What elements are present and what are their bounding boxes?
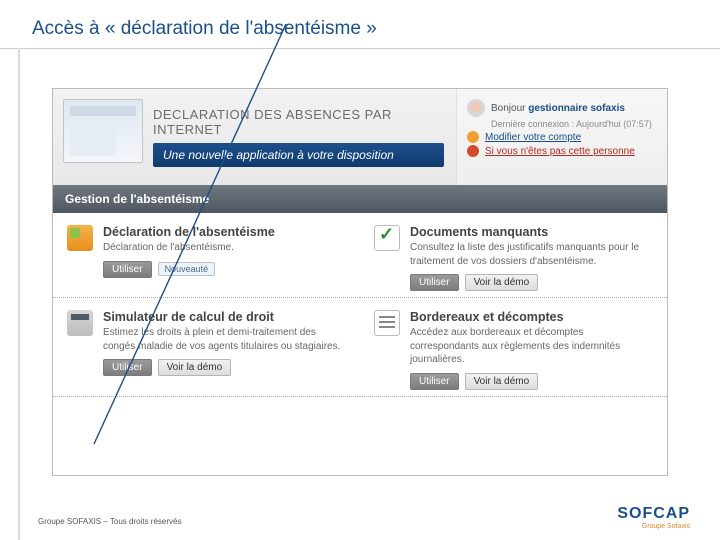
left-accent-bar	[18, 48, 20, 540]
module-simulateur: Simulateur de calcul de droit Estimez le…	[53, 298, 360, 397]
demo-button[interactable]: Voir la démo	[158, 359, 232, 376]
hero-row: DECLARATION DES ABSENCES PAR INTERNET Un…	[53, 89, 667, 185]
edit-account-link[interactable]: Modifier votre compte	[485, 132, 581, 143]
hero-headline: DECLARATION DES ABSENCES PAR INTERNET	[153, 107, 444, 137]
module-declaration: Déclaration de l'absentéisme Déclaration…	[53, 213, 360, 298]
module-title: Simulateur de calcul de droit	[103, 310, 346, 324]
not-you-link[interactable]: Si vous n'êtes pas cette personne	[485, 146, 635, 157]
list-icon	[374, 310, 400, 336]
user-box: Bonjour gestionnaire sofaxis Dernière co…	[457, 89, 667, 185]
declaration-icon	[67, 225, 93, 251]
title-rule	[0, 48, 720, 49]
demo-button[interactable]: Voir la démo	[465, 373, 539, 390]
check-icon	[374, 225, 400, 251]
pencil-icon	[467, 131, 479, 143]
brand-tagline: Groupe Sofaxis	[617, 523, 690, 530]
module-desc: Déclaration de l'absentéisme.	[103, 241, 346, 255]
module-documents: Documents manquants Consultez la liste d…	[360, 213, 667, 298]
module-title: Documents manquants	[410, 225, 653, 239]
footer-logo: SOFCAP Groupe Sofaxis	[617, 505, 690, 530]
module-desc: Accédez aux bordereaux et décomptes corr…	[410, 326, 653, 367]
module-title: Déclaration de l'absentéisme	[103, 225, 346, 239]
hero-subhead: Une nouvelle application à votre disposi…	[153, 143, 444, 167]
avatar-icon	[467, 99, 485, 117]
module-title: Bordereaux et décomptes	[410, 310, 653, 324]
greeting-text: Bonjour gestionnaire sofaxis	[491, 103, 625, 114]
module-desc: Consultez la liste des justificatifs man…	[410, 241, 653, 268]
brand-text: SOFCAP	[617, 505, 690, 523]
footer-copyright: Groupe SOFAXIS – Tous droits réservés	[38, 517, 181, 526]
use-button[interactable]: Utiliser	[410, 274, 459, 291]
hero-banner: DECLARATION DES ABSENCES PAR INTERNET Un…	[53, 89, 457, 185]
calculator-icon	[67, 310, 93, 336]
section-header: Gestion de l'absentéisme	[53, 185, 667, 213]
use-button[interactable]: Utiliser	[103, 261, 152, 278]
module-desc: Estimez les droits à plein et demi-trait…	[103, 326, 346, 353]
app-window: DECLARATION DES ABSENCES PAR INTERNET Un…	[52, 88, 668, 476]
last-login-text: Dernière connexion : Aujourd'hui (07:57)	[491, 119, 657, 129]
use-button[interactable]: Utiliser	[103, 359, 152, 376]
page-title: Accès à « déclaration de l'absentéisme »	[32, 18, 696, 40]
demo-button[interactable]: Voir la démo	[465, 274, 539, 291]
cross-icon	[467, 145, 479, 157]
modules-grid: Déclaration de l'absentéisme Déclaration…	[53, 213, 667, 397]
new-badge: Nouveauté	[158, 262, 216, 276]
module-bordereaux: Bordereaux et décomptes Accédez aux bord…	[360, 298, 667, 397]
use-button[interactable]: Utiliser	[410, 373, 459, 390]
screenshot-thumb-icon	[63, 99, 143, 163]
